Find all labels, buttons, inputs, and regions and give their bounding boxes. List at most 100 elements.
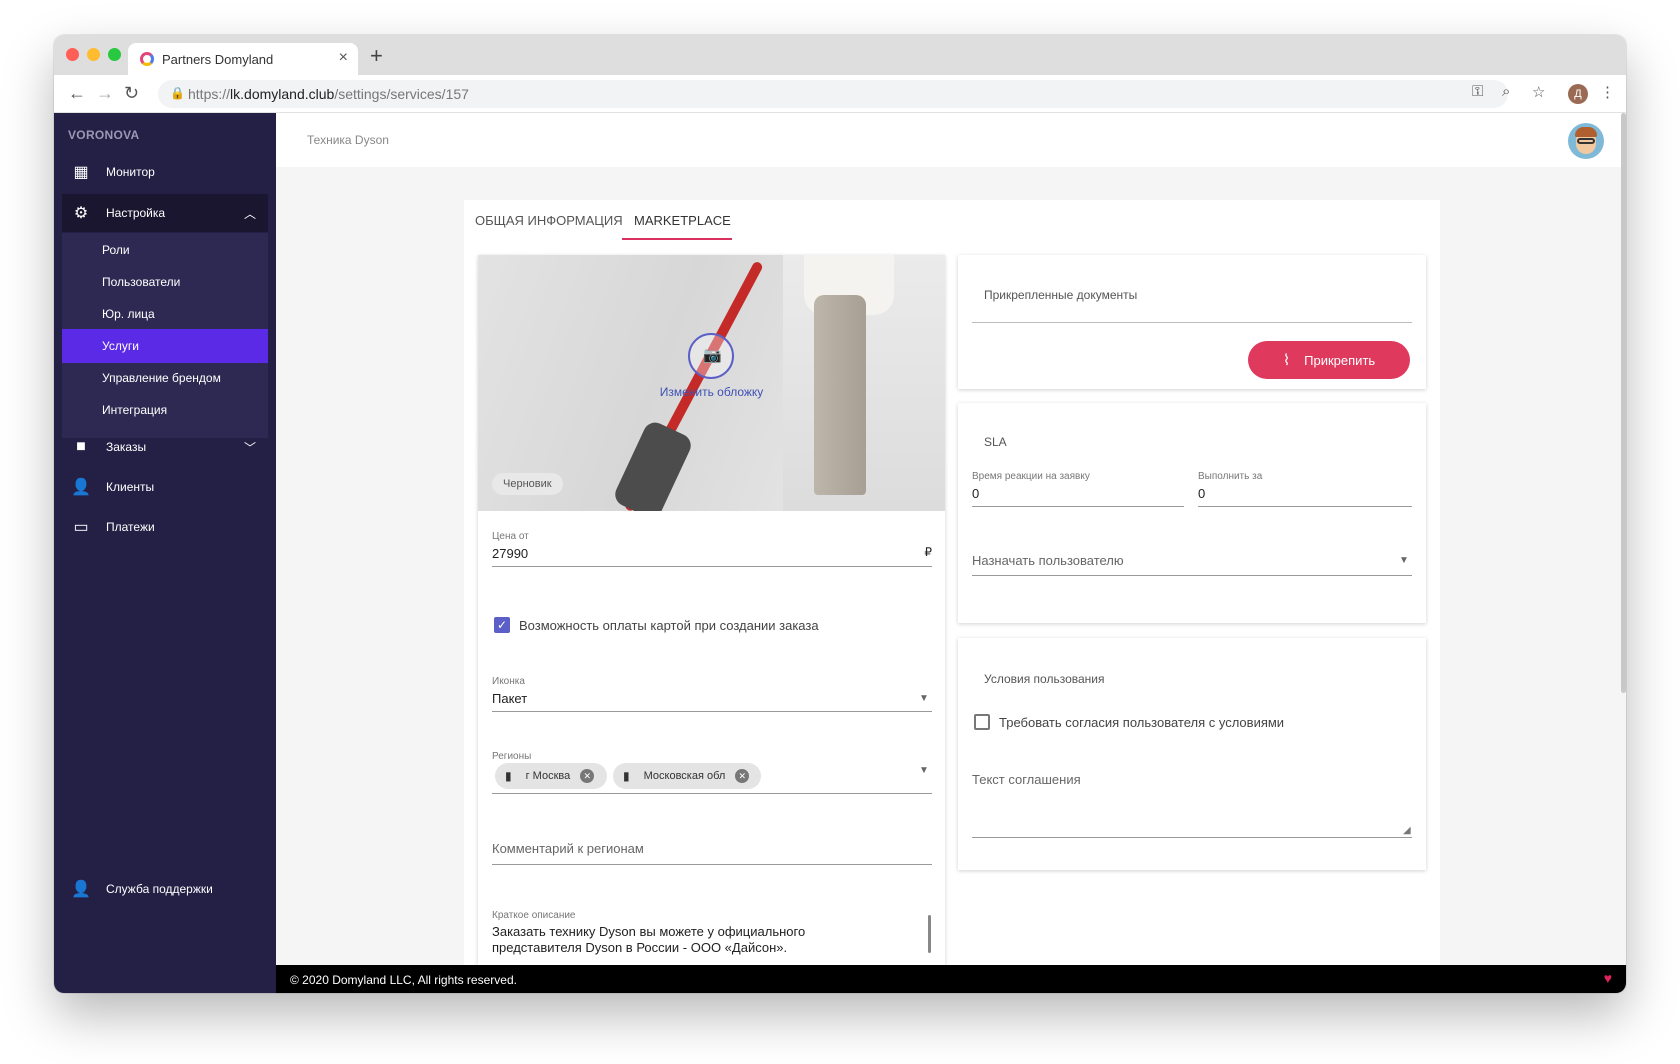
sidebar-item-settings[interactable]: ⚙ Настройка ︿ <box>62 194 268 232</box>
sla-title: SLA <box>984 435 1007 449</box>
complete-in-underline <box>1198 506 1412 507</box>
sidebar-item-payments[interactable]: ▭ Платежи <box>62 508 268 546</box>
icon-caret-down-icon[interactable]: ▼ <box>919 693 929 704</box>
forward-arrow-icon[interactable]: → <box>96 83 114 104</box>
sidebar-item-roles[interactable]: Роли <box>62 233 268 267</box>
status-badge: Черновик <box>492 473 563 495</box>
cover-image[interactable]: 📷 Изменить обложку Черновик <box>478 255 945 511</box>
short-description-line-1: Заказать технику Dyson вы можете у офици… <box>492 924 806 939</box>
card-payment-checkbox[interactable]: ✓ <box>494 617 510 633</box>
chip-remove-icon[interactable]: ✕ <box>580 769 595 783</box>
briefcase-icon: ■ <box>76 438 86 455</box>
credit-card-icon: ▭ <box>73 519 89 536</box>
reload-icon[interactable]: ↻ <box>124 83 139 104</box>
sidebar-item-brand-management[interactable]: Управление брендом <box>62 361 268 395</box>
resize-handle-icon[interactable]: ◢ <box>1403 825 1411 836</box>
complete-in-label: Выполнить за <box>1198 471 1263 482</box>
price-value[interactable]: 27990 <box>492 546 932 561</box>
region-chip-moscow[interactable]: ▮ г Москва ✕ <box>495 763 607 789</box>
browser-profile-avatar[interactable]: Д <box>1568 84 1588 104</box>
short-description-label: Краткое описание <box>492 910 576 921</box>
icon-select[interactable]: Иконка Пакет <box>492 676 932 706</box>
sidebar-item-orders[interactable]: ■ Заказы ﹀ <box>62 428 268 466</box>
documents-title: Прикрепленные документы <box>984 288 1138 302</box>
tab-marketplace[interactable]: MARKETPLACE <box>634 213 731 228</box>
sidebar-item-services[interactable]: Услуги <box>62 329 268 363</box>
region-chip-label: Московская обл <box>643 770 726 782</box>
user-avatar[interactable] <box>1568 123 1604 159</box>
favicon-icon <box>140 52 154 66</box>
regions-caret-down-icon[interactable]: ▼ <box>919 765 929 776</box>
sidebar-item-integration[interactable]: Интеграция <box>62 393 268 427</box>
assign-underline <box>972 575 1412 576</box>
browser-menu-icon[interactable]: ⋮ <box>1600 83 1615 101</box>
map-icon: ▮ <box>623 769 630 783</box>
key-icon[interactable]: ⚿ <box>1472 83 1483 100</box>
region-chip-moscow-oblast[interactable]: ▮ Московская обл ✕ <box>613 763 761 789</box>
gear-icon: ⚙ <box>73 205 89 222</box>
sidebar-item-clients[interactable]: 👤 Клиенты <box>62 468 268 506</box>
reaction-time-field[interactable]: Время реакции на заявку 0 <box>972 471 1184 501</box>
change-cover-button[interactable]: 📷 <box>688 333 734 379</box>
complete-in-field[interactable]: Выполнить за 0 <box>1198 471 1412 501</box>
change-cover-label[interactable]: Изменить обложку <box>478 385 945 399</box>
service-panel: ОБЩАЯ ИНФОРМАЦИЯ MARKETPLACE 📷 Изменить … <box>464 200 1440 965</box>
assign-caret-down-icon[interactable]: ▼ <box>1399 555 1409 566</box>
main-content: Техника Dyson ОБЩАЯ ИНФОРМАЦИЯ MARKETPLA… <box>276 113 1626 993</box>
address-bar[interactable]: 🔒 https://lk.domyland.club/settings/serv… <box>158 80 1508 108</box>
camera-icon: 📷 <box>703 347 722 364</box>
active-tab-indicator <box>622 238 732 240</box>
sla-card: SLA Время реакции на заявку 0 Выполнить … <box>958 403 1426 623</box>
close-window-button[interactable] <box>66 48 79 61</box>
reaction-time-value[interactable]: 0 <box>972 486 1184 501</box>
price-underline <box>492 566 932 567</box>
top-bar: Техника Dyson <box>276 113 1626 167</box>
heart-icon: ♥ <box>1603 970 1612 986</box>
browser-tab[interactable]: Partners Domyland × <box>128 43 358 75</box>
support-user-icon: 👤 <box>71 881 91 898</box>
chip-remove-icon[interactable]: ✕ <box>735 769 750 783</box>
complete-in-value[interactable]: 0 <box>1198 486 1412 501</box>
require-consent-checkbox[interactable] <box>974 714 990 730</box>
browser-window: Partners Domyland × + ← → ↻ 🔒 https://lk… <box>54 35 1626 993</box>
card-payment-label: Возможность оплаты картой при создании з… <box>519 618 819 633</box>
tab-general-info[interactable]: ОБЩАЯ ИНФОРМАЦИЯ <box>475 213 623 228</box>
chevron-up-icon: ︿ <box>243 206 256 221</box>
regions-label: Регионы <box>492 751 532 762</box>
attach-button[interactable]: ⌇ Прикрепить <box>1248 341 1410 379</box>
regions-comment-input[interactable]: Комментарий к регионам <box>492 841 644 856</box>
price-field[interactable]: Цена от 27990 ₽ <box>492 531 932 561</box>
icon-label: Иконка <box>492 676 525 687</box>
sidebar-item-label: Монитор <box>106 165 155 179</box>
sidebar-item-support[interactable]: 👤 Служба поддержки <box>62 870 268 908</box>
maximize-window-button[interactable] <box>108 48 121 61</box>
sidebar-item-monitor[interactable]: ▦ Монитор <box>62 153 268 191</box>
new-tab-button[interactable]: + <box>370 43 383 69</box>
dashboard-icon: ▦ <box>73 164 89 181</box>
icon-value: Пакет <box>492 691 528 706</box>
page-scrollbar[interactable] <box>1621 113 1626 693</box>
agreement-text-input[interactable]: Текст соглашения <box>972 772 1081 787</box>
documents-underline <box>972 322 1412 323</box>
short-description-line-2: представителя Dyson в России - ООО «Дайс… <box>492 940 788 955</box>
url-text[interactable]: https://lk.domyland.club/settings/servic… <box>188 86 469 102</box>
back-arrow-icon[interactable]: ← <box>68 83 86 104</box>
sidebar-item-label: Клиенты <box>106 480 155 494</box>
currency-symbol: ₽ <box>924 545 932 559</box>
short-description-field[interactable]: Краткое описание Заказать технику Dyson … <box>492 910 932 955</box>
minimize-window-button[interactable] <box>87 48 100 61</box>
sidebar-item-legal-entities[interactable]: Юр. лица <box>62 297 268 331</box>
chevron-down-icon: ﹀ <box>243 440 256 455</box>
page-title: Техника Dyson <box>307 133 389 147</box>
sidebar-item-label: Платежи <box>106 520 155 534</box>
map-icon: ▮ <box>505 769 512 783</box>
assign-user-select[interactable]: Назначать пользователю <box>972 553 1124 568</box>
copyright-text: © 2020 Domyland LLC, All rights reserved… <box>290 973 517 987</box>
sidebar-item-users[interactable]: Пользователи <box>62 265 268 299</box>
description-scrollbar[interactable] <box>928 915 931 953</box>
bookmark-star-icon[interactable]: ☆ <box>1532 83 1545 101</box>
zoom-icon[interactable]: ⌕ <box>1502 83 1510 100</box>
price-label: Цена от <box>492 531 529 542</box>
tab-close-icon[interactable]: × <box>339 49 348 67</box>
regions-underline <box>492 793 932 794</box>
